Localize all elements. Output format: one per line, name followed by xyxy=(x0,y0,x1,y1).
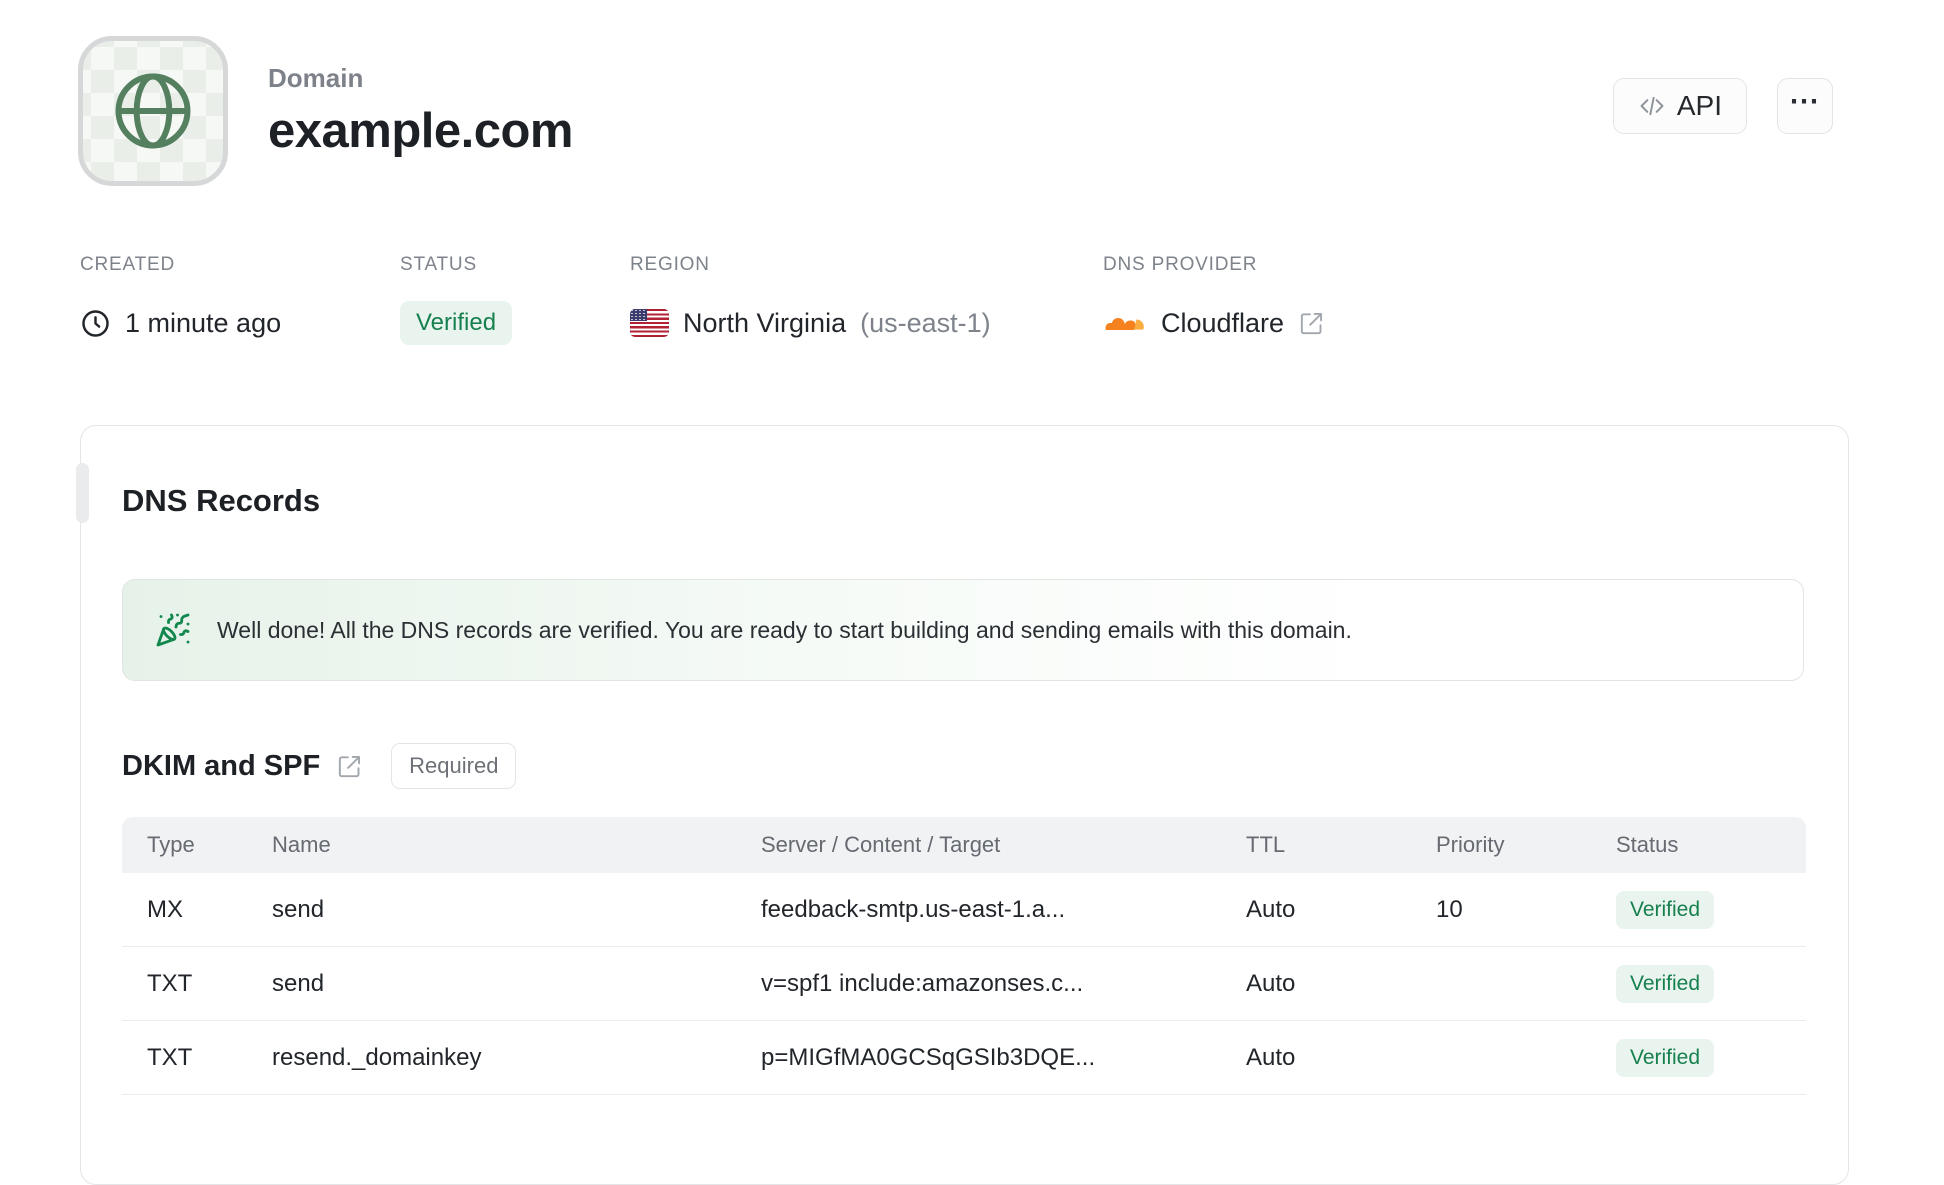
created-value: 1 minute ago xyxy=(125,307,282,338)
cell-name: send xyxy=(272,895,325,923)
external-link-icon[interactable] xyxy=(1298,310,1325,337)
cell-content: p=MIGfMA0GCSqGSIb3DQE... xyxy=(761,1043,1096,1071)
cloudflare-icon xyxy=(1103,308,1147,338)
cell-name: resend._domainkey xyxy=(272,1043,482,1071)
table-header-row: Type Name Server / Content / Target TTL … xyxy=(122,817,1806,873)
external-link-icon[interactable] xyxy=(336,753,363,780)
clock-icon xyxy=(80,308,111,339)
col-header-status: Status xyxy=(1616,832,1679,857)
dkim-spf-section-header: DKIM and SPF Required xyxy=(122,743,1804,789)
cell-content: v=spf1 include:amazonses.c... xyxy=(761,969,1084,997)
cell-ttl: Auto xyxy=(1246,1043,1296,1071)
col-header-name: Name xyxy=(272,832,331,857)
globe-icon xyxy=(107,65,199,157)
domain-avatar xyxy=(78,36,228,186)
domain-header: Domain example.com xyxy=(78,36,574,186)
status-badge: Verified xyxy=(1616,1038,1715,1077)
region-label: REGION xyxy=(630,254,710,275)
dns-records-title: DNS Records xyxy=(122,483,321,518)
dns-provider-label: DNS PROVIDER xyxy=(1103,254,1258,275)
table-row: MX send feedback-smtp.us-east-1.a... Aut… xyxy=(122,873,1806,947)
meta-status: STATUS Verified xyxy=(400,254,513,346)
api-button-label: API xyxy=(1676,90,1722,121)
table-row: TXT send v=spf1 include:amazonses.c... A… xyxy=(122,947,1806,1021)
cell-type: TXT xyxy=(147,969,193,997)
col-header-content: Server / Content / Target xyxy=(761,832,1001,857)
page-title: example.com xyxy=(268,104,574,158)
dns-provider-value: Cloudflare xyxy=(1161,307,1285,338)
meta-created: CREATED 1 minute ago xyxy=(80,254,281,346)
success-banner-text: Well done! All the DNS records are verif… xyxy=(217,616,1352,643)
cell-content: feedback-smtp.us-east-1.a... xyxy=(761,895,1066,923)
party-popper-icon xyxy=(155,612,191,648)
card-side-tab xyxy=(76,463,89,523)
status-badge: Verified xyxy=(1616,964,1715,1003)
cell-ttl: Auto xyxy=(1246,895,1296,923)
cell-name: send xyxy=(272,969,325,997)
cell-type: MX xyxy=(147,895,183,923)
required-badge: Required xyxy=(391,743,517,789)
header-actions: API ⋯ xyxy=(1612,78,1833,134)
created-label: CREATED xyxy=(80,254,175,275)
meta-dns-provider: DNS PROVIDER Cloudflare xyxy=(1103,254,1325,346)
meta-region: REGION North Virginia (us-east-1) xyxy=(630,254,991,346)
col-header-priority: Priority xyxy=(1436,832,1505,857)
more-button[interactable]: ⋯ xyxy=(1777,78,1833,134)
domain-title-block: Domain example.com xyxy=(268,63,574,159)
cell-type: TXT xyxy=(147,1043,193,1071)
status-badge: Verified xyxy=(400,301,513,345)
code-icon xyxy=(1638,92,1666,120)
status-badge: Verified xyxy=(1616,890,1715,929)
dns-records-table: Type Name Server / Content / Target TTL … xyxy=(122,817,1806,1095)
domain-kicker: Domain xyxy=(268,63,364,93)
table-row: TXT resend._domainkey p=MIGfMA0GCSqGSIb3… xyxy=(122,1021,1806,1095)
api-button[interactable]: API xyxy=(1612,78,1747,134)
success-banner: Well done! All the DNS records are verif… xyxy=(122,579,1804,681)
cell-ttl: Auto xyxy=(1246,969,1296,997)
cell-priority: 10 xyxy=(1436,895,1463,923)
region-value: North Virginia xyxy=(683,307,847,338)
region-code: (us-east-1) xyxy=(860,307,991,338)
us-flag-icon xyxy=(630,309,669,337)
dns-records-card: DNS Records Well done! All the DNS recor… xyxy=(76,425,1849,1185)
col-header-ttl: TTL xyxy=(1246,832,1286,857)
dkim-spf-title: DKIM and SPF xyxy=(122,749,321,782)
status-label: STATUS xyxy=(400,254,477,275)
col-header-type: Type xyxy=(147,832,195,857)
